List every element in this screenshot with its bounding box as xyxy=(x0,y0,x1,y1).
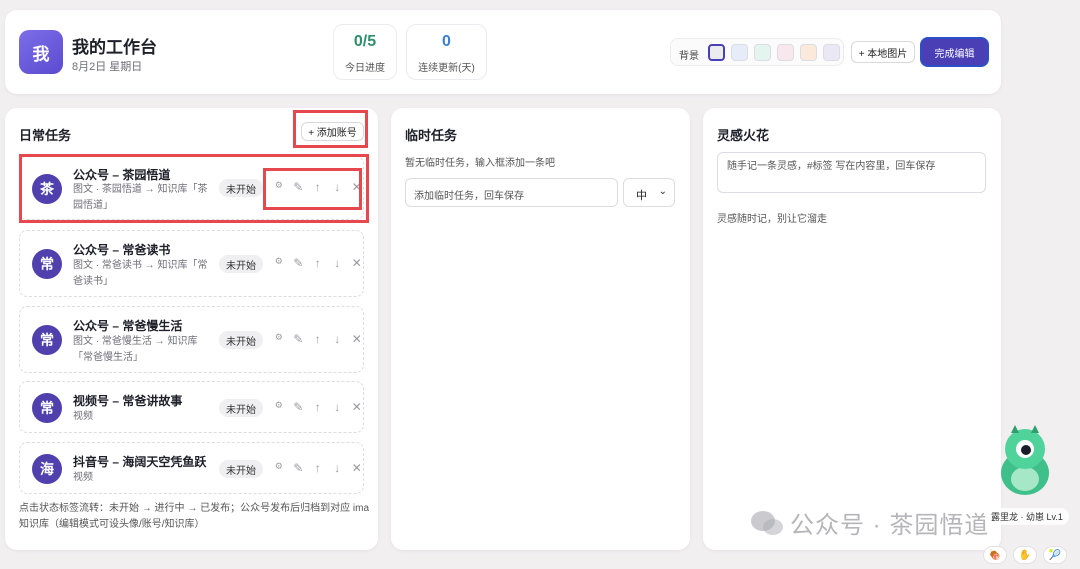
move-down-icon[interactable]: ↓ xyxy=(328,180,348,194)
bg-swatch[interactable] xyxy=(823,44,840,61)
status-badge[interactable]: 未开始 xyxy=(219,399,263,417)
move-up-icon[interactable]: ↑ xyxy=(308,332,328,346)
account-avatar[interactable]: 常 xyxy=(32,393,62,423)
settings-icon[interactable]: ⚙ xyxy=(269,400,289,414)
daily-tasks-title: 日常任务 xyxy=(19,128,72,143)
add-account-button[interactable]: + 添加账号 xyxy=(301,122,364,141)
bg-swatch[interactable] xyxy=(708,44,725,61)
delete-icon[interactable]: ✕ xyxy=(347,461,367,475)
move-up-icon[interactable]: ↑ xyxy=(308,400,328,414)
bg-swatch[interactable] xyxy=(731,44,748,61)
chevron-down-icon: ⌄ xyxy=(658,186,667,197)
header-bar: 我 我的工作台 8月2日 星期日 0/5 今日进度 0 连续更新(天) 背景 +… xyxy=(5,10,1001,94)
date-label: 8月2日 星期日 xyxy=(72,61,143,73)
background-label: 背景 xyxy=(679,51,699,62)
ideas-title: 灵感火花 xyxy=(717,128,770,143)
local-image-button[interactable]: + 本地图片 xyxy=(851,41,915,63)
stat-streak-days: 0 连续更新(天) xyxy=(406,24,487,80)
play-ball-button[interactable]: 🎾 xyxy=(1043,546,1067,564)
temp-tasks-title: 临时任务 xyxy=(405,128,458,143)
delete-icon[interactable]: ✕ xyxy=(347,332,367,346)
task-row[interactable]: 常 公众号 – 常爸读书 图文 · 常爸读书 → 知识库「常爸读书」 未开始 ⚙… xyxy=(19,230,364,297)
account-avatar[interactable]: 常 xyxy=(32,249,62,279)
bg-swatch[interactable] xyxy=(800,44,817,61)
task-name: 抖音号 – 海阔天空凭鱼跃 xyxy=(73,455,207,469)
daily-footer-hint: 点击状态标签流转：未开始 → 进行中 → 已发布；公众号发布后归档到对应 ima… xyxy=(19,503,370,530)
edit-icon[interactable]: ✎ xyxy=(289,461,309,475)
edit-icon[interactable]: ✎ xyxy=(289,180,309,194)
task-row[interactable]: 茶 公众号 – 茶园悟道 图文 · 茶园悟道 → 知识库「茶园悟道」 未开始 ⚙… xyxy=(19,156,364,220)
bg-swatch[interactable] xyxy=(777,44,794,61)
task-ops: ⚙ ✎ ↑ ↓ ✕ xyxy=(269,400,367,414)
temp-tasks-panel: 临时任务 暂无临时任务，输入框添加一条吧 添加临时任务，回车保存 中 ⌄ xyxy=(391,108,690,550)
move-up-icon[interactable]: ↑ xyxy=(308,256,328,270)
task-row[interactable]: 常 公众号 – 常爸慢生活 图文 · 常爸慢生活 → 知识库「常爸慢生活」 未开… xyxy=(19,306,364,373)
move-down-icon[interactable]: ↓ xyxy=(328,400,348,414)
temp-task-input[interactable]: 添加临时任务，回车保存 xyxy=(405,178,618,207)
temp-empty-text: 暂无临时任务，输入框添加一条吧 xyxy=(405,158,555,169)
task-desc: 视频 xyxy=(73,411,93,422)
account-avatar[interactable]: 海 xyxy=(32,454,62,484)
task-name: 视频号 – 常爸讲故事 xyxy=(73,394,183,408)
task-desc: 图文 · 常爸读书 → 知识库「常爸读书」 xyxy=(73,260,208,287)
feed-button[interactable]: 🍖 xyxy=(983,546,1007,564)
settings-icon[interactable]: ⚙ xyxy=(269,256,289,270)
task-desc: 图文 · 茶园悟道 → 知识库「茶园悟道」 xyxy=(73,184,208,211)
status-badge[interactable]: 未开始 xyxy=(219,460,263,478)
ideas-panel: 灵感火花 随手记一条灵感，#标签 写在内容里，回车保存 灵感随时记，别让它溜走 xyxy=(703,108,1001,550)
task-ops: ⚙ ✎ ↑ ↓ ✕ xyxy=(269,256,367,270)
stat-today-progress: 0/5 今日进度 xyxy=(333,24,397,80)
idea-hint: 灵感随时记，别让它溜走 xyxy=(717,214,827,225)
task-name: 公众号 – 常爸慢生活 xyxy=(73,319,183,333)
workspace-avatar[interactable]: 我 xyxy=(19,30,63,74)
account-avatar[interactable]: 茶 xyxy=(32,174,62,204)
move-down-icon[interactable]: ↓ xyxy=(328,256,348,270)
delete-icon[interactable]: ✕ xyxy=(347,400,367,414)
settings-icon[interactable]: ⚙ xyxy=(269,332,289,346)
idea-input[interactable]: 随手记一条灵感，#标签 写在内容里，回车保存 xyxy=(717,152,986,193)
task-name: 公众号 – 茶园悟道 xyxy=(73,168,171,182)
delete-icon[interactable]: ✕ xyxy=(347,256,367,270)
task-row[interactable]: 常 视频号 – 常爸讲故事 视频 未开始 ⚙ ✎ ↑ ↓ ✕ xyxy=(19,381,364,433)
task-desc: 视频 xyxy=(73,472,93,483)
watermark: 公众号 · 茶园悟道 xyxy=(750,505,989,540)
delete-icon[interactable]: ✕ xyxy=(347,180,367,194)
task-ops: ⚙ ✎ ↑ ↓ ✕ xyxy=(269,461,367,475)
move-down-icon[interactable]: ↓ xyxy=(328,332,348,346)
pet-hand-button[interactable]: ✋ xyxy=(1013,546,1037,564)
task-name: 公众号 – 常爸读书 xyxy=(73,243,171,257)
settings-icon[interactable]: ⚙ xyxy=(269,461,289,475)
priority-value: 中 xyxy=(636,190,647,202)
task-desc: 图文 · 常爸慢生活 → 知识库「常爸慢生活」 xyxy=(73,336,198,363)
bg-swatch[interactable] xyxy=(754,44,771,61)
settings-icon[interactable]: ⚙ xyxy=(269,180,289,194)
watermark-text: 公众号 · 茶园悟道 xyxy=(790,512,990,539)
daily-tasks-panel: 日常任务 + 添加账号 茶 公众号 – 茶园悟道 图文 · 茶园悟道 → 知识库… xyxy=(5,108,378,550)
background-picker: 背景 xyxy=(670,38,844,66)
task-row[interactable]: 海 抖音号 – 海阔天空凭鱼跃 视频 未开始 ⚙ ✎ ↑ ↓ ✕ xyxy=(19,442,364,494)
status-badge[interactable]: 未开始 xyxy=(219,255,263,273)
status-badge[interactable]: 未开始 xyxy=(219,331,263,349)
pet-label: 露里龙 · 幼崽 Lv.1 xyxy=(985,508,1069,525)
wechat-logo-icon xyxy=(751,510,783,535)
account-avatar[interactable]: 常 xyxy=(32,325,62,355)
edit-icon[interactable]: ✎ xyxy=(289,332,309,346)
pet-dragon-icon[interactable] xyxy=(995,415,1055,499)
move-down-icon[interactable]: ↓ xyxy=(328,461,348,475)
done-editing-button[interactable]: 完成编辑 xyxy=(922,39,987,65)
move-up-icon[interactable]: ↑ xyxy=(308,461,328,475)
status-badge[interactable]: 未开始 xyxy=(219,179,263,197)
edit-icon[interactable]: ✎ xyxy=(289,256,309,270)
page-title: 我的工作台 xyxy=(72,38,157,57)
task-ops: ⚙ ✎ ↑ ↓ ✕ xyxy=(269,180,367,194)
priority-select[interactable]: 中 ⌄ xyxy=(623,178,675,207)
stat-value: 0 xyxy=(442,33,451,50)
move-up-icon[interactable]: ↑ xyxy=(308,180,328,194)
task-ops: ⚙ ✎ ↑ ↓ ✕ xyxy=(269,332,367,346)
stat-value: 0/5 xyxy=(353,33,377,50)
stat-label: 连续更新(天) xyxy=(418,63,475,74)
edit-icon[interactable]: ✎ xyxy=(289,400,309,414)
stat-label: 今日进度 xyxy=(345,63,385,74)
